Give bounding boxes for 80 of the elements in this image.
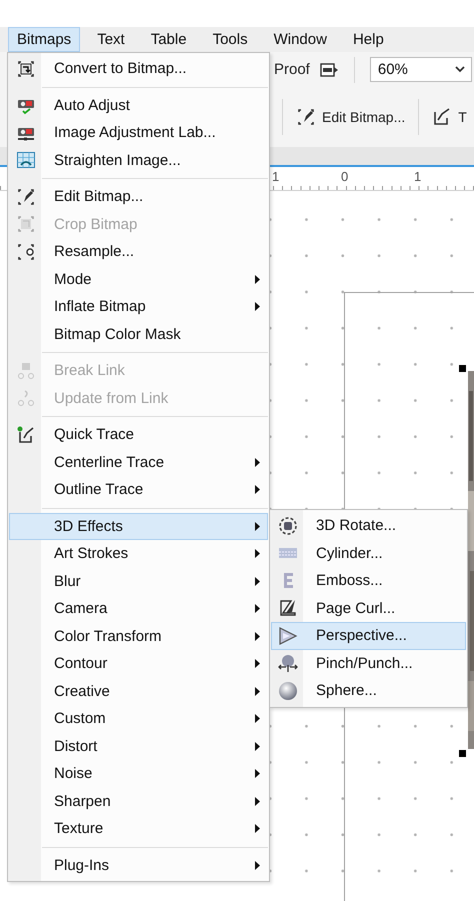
ruler-number: 0	[341, 169, 348, 184]
menu-item[interactable]: Mode	[9, 266, 268, 293]
menu-bar-item[interactable]: Window	[264, 27, 336, 52]
ruler-number: 1	[414, 169, 422, 184]
menu-item[interactable]: Resample...	[9, 238, 268, 266]
submenu-arrow-icon	[255, 769, 261, 778]
menu-item[interactable]: Inflate Bitmap	[9, 293, 268, 320]
menu-item[interactable]: Art Strokes	[9, 540, 268, 568]
submenu-arrow-icon	[255, 576, 261, 586]
menu-item[interactable]: Image Adjustment Lab...	[9, 119, 268, 146]
resample-icon	[16, 242, 36, 262]
submenu-arrow-icon	[255, 549, 261, 558]
menu-item[interactable]: Perspective...	[271, 622, 466, 650]
menu-item[interactable]: Sharpen	[9, 788, 268, 815]
menu-item[interactable]: Blur	[9, 568, 268, 595]
menu-item[interactable]: Bitmap Color Mask	[9, 320, 268, 348]
menu-item[interactable]: Convert to Bitmap...	[9, 55, 268, 82]
menu-item[interactable]: Creative	[9, 678, 268, 705]
menu-item[interactable]: Centerline Trace	[9, 448, 268, 476]
edit-bitmap-icon	[296, 107, 316, 127]
menu-item[interactable]: Texture	[9, 815, 268, 842]
submenu-arrow-icon	[255, 686, 261, 696]
submenu-arrow-icon	[255, 485, 261, 494]
submenu-arrow-icon	[255, 824, 261, 834]
menu-bar-item[interactable]: Text	[88, 27, 134, 52]
menu-item[interactable]: 3D Effects	[9, 512, 268, 540]
menu-item[interactable]: 3D Rotate...	[271, 512, 466, 540]
zoom-dropdown[interactable]: 60%	[370, 57, 472, 82]
chevron-down-icon	[454, 66, 465, 73]
proof-label: Proof	[274, 61, 310, 78]
update-link-icon	[16, 388, 36, 408]
menu-item[interactable]: Plug-Ins	[9, 852, 268, 879]
menu-bar-item[interactable]: Help	[344, 27, 393, 52]
trace-button[interactable]: T	[429, 103, 470, 131]
submenu-arrow-icon	[255, 796, 261, 806]
menu-item[interactable]: Noise	[9, 760, 268, 788]
menu-item[interactable]: Distort	[9, 732, 268, 760]
menu-item[interactable]: Camera	[9, 595, 268, 622]
menu-item[interactable]: Emboss...	[271, 567, 466, 594]
menu-item[interactable]: Custom	[9, 705, 268, 732]
edit-bitmap-button[interactable]: Edit Bitmap...	[293, 103, 408, 131]
trace-icon	[432, 107, 452, 127]
convert-bitmap-icon	[16, 58, 36, 79]
submenu-arrow-icon	[255, 302, 261, 312]
sphere-icon	[278, 680, 298, 701]
quick-trace-icon	[16, 424, 36, 445]
menu-item[interactable]: Pinch/Punch...	[271, 650, 466, 677]
menu-item[interactable]: Sphere...	[271, 677, 466, 704]
pinch-punch-icon	[278, 653, 298, 674]
menu-item[interactable]: Outline Trace	[9, 476, 268, 504]
menu-item[interactable]: Auto Adjust	[9, 92, 268, 119]
submenu-arrow-icon	[255, 742, 261, 751]
menu-item[interactable]: Quick Trace	[9, 421, 268, 448]
selection-handle[interactable]	[459, 365, 466, 372]
menu-bar-item[interactable]: Table	[142, 27, 196, 52]
menu-bar-item[interactable]: Tools	[204, 27, 257, 52]
submenu-arrow-icon	[255, 522, 261, 531]
menu-item[interactable]: Edit Bitmap...	[9, 183, 268, 210]
crop-bitmap-icon	[16, 214, 36, 234]
submenu-arrow-icon	[255, 860, 261, 870]
submenu-arrow-icon	[255, 458, 261, 467]
submenu-arrow-icon	[255, 632, 261, 641]
menu-item[interactable]: Page Curl...	[271, 594, 466, 622]
perspective-icon	[278, 626, 298, 646]
menu-bar-item[interactable]: Bitmaps	[8, 27, 80, 52]
submenu-arrow-icon	[255, 714, 261, 724]
rotate-3d-icon	[278, 516, 298, 536]
submenu-arrow-icon	[255, 659, 261, 668]
edit-bitmap-icon	[16, 186, 36, 207]
menu-item[interactable]: Straighten Image...	[9, 146, 268, 174]
selection-handle[interactable]	[459, 750, 466, 757]
menu-item[interactable]: Color Transform	[9, 622, 268, 650]
menu-item[interactable]: Cylinder...	[271, 540, 466, 567]
ruler-number: 1	[272, 169, 280, 184]
break-link-icon	[16, 360, 36, 381]
submenu-arrow-icon	[255, 274, 261, 284]
page-curl-icon	[278, 598, 298, 618]
submenu-arrow-icon	[255, 604, 261, 614]
straighten-image-icon	[16, 150, 36, 170]
menu-item[interactable]: Contour	[9, 650, 268, 678]
